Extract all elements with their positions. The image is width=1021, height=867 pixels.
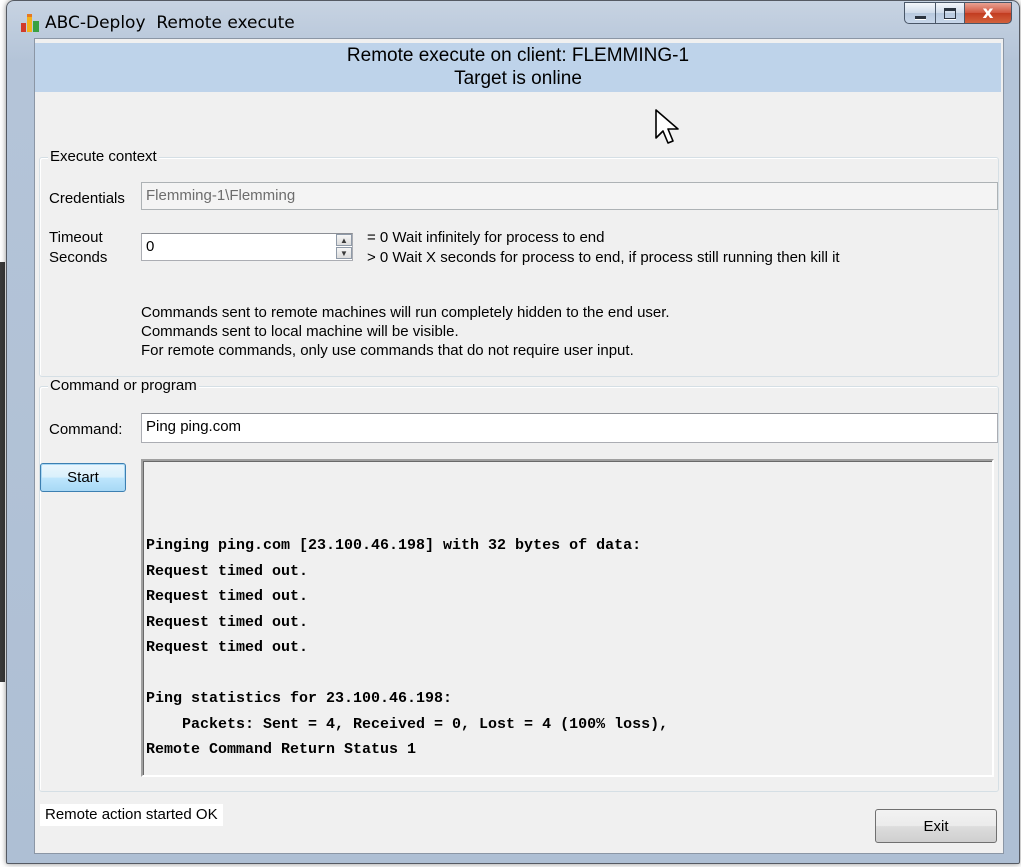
credentials-label: Credentials <box>49 190 125 207</box>
timeout-label-line2: Seconds <box>49 249 108 266</box>
credentials-field: Flemming-1\Flemming <box>141 182 998 210</box>
note-no-user-input: For remote commands, only use commands t… <box>141 342 634 359</box>
close-icon: x <box>982 3 994 23</box>
banner-online-line: Target is online <box>454 68 582 89</box>
timeout-input[interactable]: 0 <box>141 233 353 261</box>
output-line: Request timed out. <box>146 562 309 580</box>
status-banner: Remote execute on client: FLEMMING-1 Tar… <box>35 43 1001 92</box>
abc-deploy-app-icon <box>21 14 39 32</box>
mouse-cursor-icon <box>655 109 679 144</box>
caption-buttons: x <box>904 2 1012 24</box>
maximize-button[interactable] <box>935 2 965 24</box>
timeout-spinner[interactable]: 0 ▲ ▼ <box>141 233 353 261</box>
command-input[interactable]: Ping ping.com <box>141 413 998 443</box>
command-label: Command: <box>49 421 123 438</box>
output-line: Pinging ping.com [23.100.46.198] with 32… <box>146 537 642 554</box>
output-line: Remote Command Return Status 1 <box>146 741 417 758</box>
note-local-visible: Commands sent to local machine will be v… <box>141 323 459 340</box>
remote-execute-window: ABC-Deploy Remote execute x Remote execu… <box>6 0 1020 864</box>
minimize-icon <box>914 15 926 19</box>
dialog-client-area: Remote execute on client: FLEMMING-1 Tar… <box>34 38 1004 854</box>
title-bar[interactable]: ABC-Deploy Remote execute x <box>7 1 1019 39</box>
timeout-help-positive: > 0 Wait X seconds for process to end, i… <box>367 249 840 266</box>
dialog-title: Remote execute <box>156 13 295 33</box>
output-line: Request timed out. <box>146 639 309 656</box>
background-window-edge <box>0 262 5 682</box>
output-line: Request timed out. <box>146 588 309 605</box>
timeout-help-zero: = 0 Wait infinitely for process to end <box>367 229 605 246</box>
exit-button[interactable]: Exit <box>875 809 997 843</box>
output-line: Request timed out. <box>146 613 309 631</box>
window-title: ABC-Deploy Remote execute <box>45 13 295 33</box>
output-line: Ping statistics for 23.100.46.198: <box>146 690 453 707</box>
command-output: Pinging ping.com [23.100.46.198] with 32… <box>141 459 994 777</box>
timeout-label-line1: Timeout <box>49 229 103 246</box>
command-group-legend: Command or program <box>48 377 199 394</box>
minimize-button[interactable] <box>904 2 935 24</box>
execute-context-legend: Execute context <box>48 148 159 165</box>
status-label: Remote action started OK <box>39 803 224 827</box>
start-button[interactable]: Start <box>40 463 126 492</box>
spin-down-icon[interactable]: ▼ <box>336 247 352 259</box>
spin-up-icon[interactable]: ▲ <box>336 234 352 246</box>
banner-client-line: Remote execute on client: FLEMMING-1 <box>346 45 690 66</box>
app-name: ABC-Deploy <box>45 13 146 33</box>
maximize-icon <box>944 7 956 19</box>
output-lines: Pinging ping.com [23.100.46.198] with 32… <box>146 533 992 763</box>
note-remote-hidden: Commands sent to remote machines will ru… <box>141 304 670 321</box>
close-button[interactable]: x <box>965 2 1012 24</box>
output-line: Packets: Sent = 4, Received = 0, Lost = … <box>146 715 669 733</box>
